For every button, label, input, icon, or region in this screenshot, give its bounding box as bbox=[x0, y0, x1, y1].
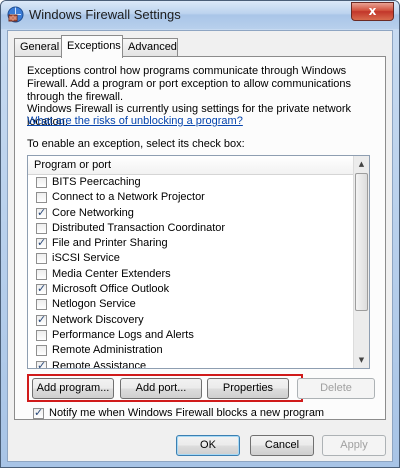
list-item-label: Network Discovery bbox=[52, 313, 144, 326]
close-icon: x bbox=[368, 4, 377, 18]
tab-advanced[interactable]: Advanced bbox=[122, 38, 178, 57]
firewall-icon bbox=[7, 6, 24, 23]
checkmark-icon: ✓ bbox=[37, 358, 47, 368]
apply-button[interactable]: Apply bbox=[322, 435, 386, 456]
checkmark-icon: ✓ bbox=[37, 205, 47, 219]
title-bar[interactable]: Windows Firewall Settings x bbox=[1, 1, 399, 29]
notify-option[interactable]: ✓ Notify me when Windows Firewall blocks… bbox=[33, 406, 325, 420]
exception-checkbox[interactable]: ✓ bbox=[36, 205, 47, 219]
exceptions-list-body: BITS Peercaching Connect to a Network Pro… bbox=[28, 175, 354, 368]
properties-button[interactable]: Properties bbox=[207, 378, 289, 399]
close-button[interactable]: x bbox=[351, 2, 394, 21]
list-item[interactable]: Media Center Extenders bbox=[28, 267, 354, 282]
cancel-button[interactable]: Cancel bbox=[250, 435, 314, 456]
list-item-label: Performance Logs and Alerts bbox=[52, 328, 194, 341]
exception-checkbox[interactable] bbox=[36, 345, 47, 357]
list-item[interactable]: ✓ Remote Assistance bbox=[28, 359, 354, 368]
list-item[interactable]: ✓ Microsoft Office Outlook bbox=[28, 282, 354, 297]
list-item-label: iSCSI Service bbox=[52, 252, 120, 265]
scrollbar-thumb[interactable] bbox=[355, 173, 368, 311]
delete-button[interactable]: Delete bbox=[297, 378, 375, 399]
exception-checkbox[interactable] bbox=[36, 299, 47, 311]
window-title: Windows Firewall Settings bbox=[29, 7, 181, 22]
notify-label: Notify me when Windows Firewall blocks a… bbox=[49, 407, 325, 419]
firewall-settings-window: Windows Firewall Settings x General Exce… bbox=[0, 0, 400, 468]
tab-exceptions[interactable]: Exceptions bbox=[61, 35, 123, 58]
list-item[interactable]: BITS Peercaching bbox=[28, 175, 354, 190]
checkmark-icon: ✓ bbox=[34, 406, 44, 419]
list-item[interactable]: Connect to a Network Projector bbox=[28, 190, 354, 205]
intro-text: Exceptions control how programs communic… bbox=[27, 65, 352, 103]
exception-checkbox[interactable] bbox=[36, 329, 47, 341]
add-program-button[interactable]: Add program... bbox=[32, 378, 114, 399]
add-port-button[interactable]: Add port... bbox=[120, 378, 202, 399]
exceptions-panel: Exceptions control how programs communic… bbox=[14, 56, 386, 420]
exception-checkbox[interactable]: ✓ bbox=[36, 236, 47, 250]
list-item-label: Distributed Transaction Coordinator bbox=[52, 221, 226, 234]
tab-general[interactable]: General bbox=[14, 38, 63, 57]
scroll-down-icon[interactable]: ▼ bbox=[354, 352, 369, 368]
list-item[interactable]: Distributed Transaction Coordinator bbox=[28, 221, 354, 236]
exception-checkbox[interactable] bbox=[36, 222, 47, 234]
list-item-label: BITS Peercaching bbox=[52, 176, 141, 188]
list-item-label: Netlogon Service bbox=[52, 298, 136, 311]
exceptions-list[interactable]: Program or port BITS Peercaching Connect … bbox=[27, 155, 370, 369]
list-item[interactable]: Performance Logs and Alerts bbox=[28, 328, 354, 343]
exception-checkbox[interactable]: ✓ bbox=[36, 358, 47, 368]
checkmark-icon: ✓ bbox=[37, 282, 47, 296]
column-header-program-or-port[interactable]: Program or port bbox=[28, 156, 354, 175]
list-item-label: Connect to a Network Projector bbox=[52, 191, 205, 204]
exception-checkbox[interactable] bbox=[36, 268, 47, 280]
exception-checkbox[interactable] bbox=[36, 253, 47, 265]
exception-checkbox[interactable]: ✓ bbox=[36, 282, 47, 296]
scroll-up-icon[interactable]: ▲ bbox=[354, 156, 369, 172]
instruction-text: To enable an exception, select its check… bbox=[27, 138, 245, 150]
risks-link[interactable]: What are the risks of unblocking a progr… bbox=[27, 115, 243, 128]
list-item[interactable]: ✓ Core Networking bbox=[28, 206, 354, 221]
exception-checkbox[interactable]: ✓ bbox=[36, 312, 47, 326]
list-item[interactable]: ✓ Network Discovery bbox=[28, 313, 354, 328]
list-item-label: Remote Administration bbox=[52, 344, 163, 357]
list-item-label: Core Networking bbox=[52, 206, 134, 219]
checkmark-icon: ✓ bbox=[37, 312, 47, 326]
list-item-label: Microsoft Office Outlook bbox=[52, 283, 170, 296]
dialog-client-area: General Exceptions Advanced Exceptions c… bbox=[7, 30, 393, 462]
checkmark-icon: ✓ bbox=[37, 236, 47, 250]
list-item[interactable]: ✓ File and Printer Sharing bbox=[28, 236, 354, 251]
ok-button[interactable]: OK bbox=[176, 435, 240, 456]
list-item-label: Media Center Extenders bbox=[52, 267, 171, 280]
list-item-label: Remote Assistance bbox=[52, 359, 147, 368]
exception-checkbox[interactable] bbox=[36, 177, 47, 188]
notify-checkbox[interactable]: ✓ bbox=[33, 406, 44, 419]
exception-checkbox[interactable] bbox=[36, 192, 47, 204]
list-item[interactable]: Netlogon Service bbox=[28, 297, 354, 312]
list-item[interactable]: iSCSI Service bbox=[28, 251, 354, 266]
vertical-scrollbar[interactable]: ▲ ▼ bbox=[353, 156, 369, 368]
list-item[interactable]: Remote Administration bbox=[28, 343, 354, 358]
list-item-label: File and Printer Sharing bbox=[52, 237, 168, 250]
